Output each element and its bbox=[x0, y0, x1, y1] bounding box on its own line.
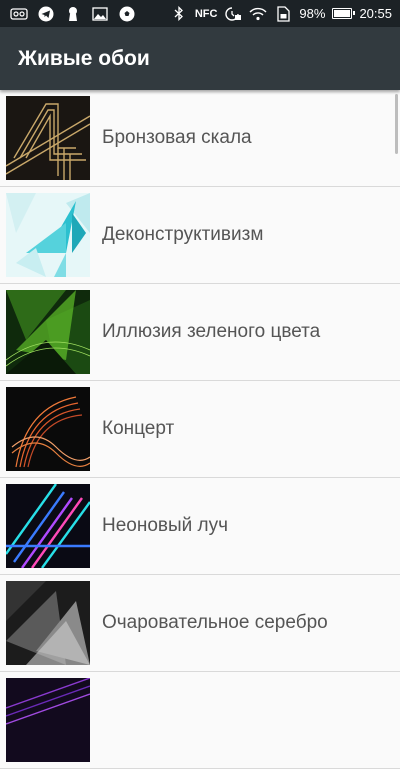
deconstructivism-thumbnail bbox=[6, 193, 90, 277]
battery-percent: 98% bbox=[299, 6, 326, 21]
status-bar: NFC 98% 20:55 bbox=[0, 0, 400, 27]
wallpaper-name: Деконструктивизм bbox=[102, 224, 264, 245]
battery-icon bbox=[332, 8, 356, 19]
sim-icon bbox=[274, 5, 292, 22]
scrollbar[interactable] bbox=[395, 94, 398, 154]
wallpaper-item-neon-ray[interactable]: Неоновый луч bbox=[0, 478, 400, 575]
bronze-rock-thumbnail bbox=[6, 96, 90, 180]
wallpaper-name: Бронзовая скала bbox=[102, 127, 252, 148]
alarm-icon bbox=[224, 6, 242, 22]
wallpaper-name: Концерт bbox=[102, 418, 175, 439]
app-bar: Живые обои bbox=[0, 27, 400, 90]
bluetooth-icon bbox=[170, 6, 188, 22]
page-title: Живые обои bbox=[18, 46, 150, 70]
concert-thumbnail bbox=[6, 387, 90, 471]
image-icon bbox=[91, 6, 109, 22]
neon-ray-thumbnail bbox=[6, 484, 90, 568]
wallpaper-name: Иллюзия зеленого цвета bbox=[102, 321, 321, 342]
wallpaper-list[interactable]: Бронзовая скала Деконструктивизм Иллюзия… bbox=[0, 90, 400, 769]
notification-icons bbox=[10, 6, 136, 22]
wallpaper-item-concert[interactable]: Концерт bbox=[0, 381, 400, 478]
nfc-icon: NFC bbox=[194, 7, 218, 20]
clock: 20:55 bbox=[359, 6, 392, 21]
charming-silver-thumbnail bbox=[6, 581, 90, 665]
purple-lines-thumbnail bbox=[6, 678, 90, 762]
keyhole-icon bbox=[64, 6, 82, 22]
voicemail-icon bbox=[10, 6, 28, 22]
soccer-ball-icon bbox=[118, 6, 136, 22]
wallpaper-item-charming-silver[interactable]: Очаровательное серебро bbox=[0, 575, 400, 672]
wifi-icon bbox=[249, 6, 267, 22]
wallpaper-item-purple-lines[interactable] bbox=[0, 672, 400, 769]
battery-level bbox=[334, 10, 351, 17]
wallpaper-name: Очаровательное серебро bbox=[102, 612, 328, 633]
green-illusion-thumbnail bbox=[6, 290, 90, 374]
system-icons: NFC 98% 20:55 bbox=[170, 5, 392, 22]
wallpaper-item-green-illusion[interactable]: Иллюзия зеленого цвета bbox=[0, 284, 400, 381]
wallpaper-item-bronze-rock[interactable]: Бронзовая скала bbox=[0, 90, 400, 187]
wallpaper-item-deconstructivism[interactable]: Деконструктивизм bbox=[0, 187, 400, 284]
telegram-icon bbox=[37, 6, 55, 22]
wallpaper-name: Неоновый луч bbox=[102, 515, 229, 536]
